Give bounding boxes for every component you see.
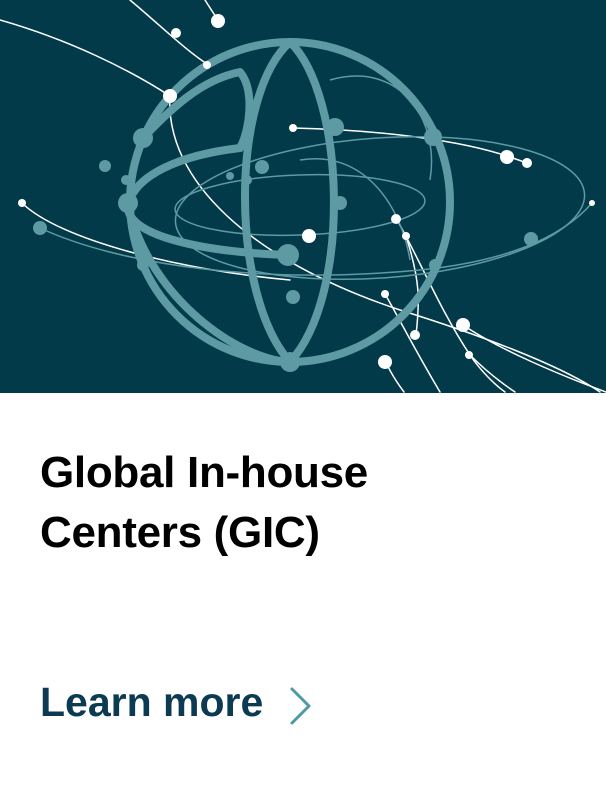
card-title: Global In-house Centers (GIC) <box>40 443 560 563</box>
learn-more-link[interactable]: Learn more <box>40 676 313 728</box>
card-title-line-2: Centers (GIC) <box>40 508 320 557</box>
card-title-line-1: Global In-house <box>40 448 368 497</box>
hero-banner <box>0 0 606 393</box>
chevron-right-icon <box>289 686 313 726</box>
learn-more-label: Learn more <box>40 679 264 725</box>
globe-network-icon <box>0 0 606 393</box>
promo-card[interactable]: Global In-house Centers (GIC) Learn more <box>0 0 606 793</box>
